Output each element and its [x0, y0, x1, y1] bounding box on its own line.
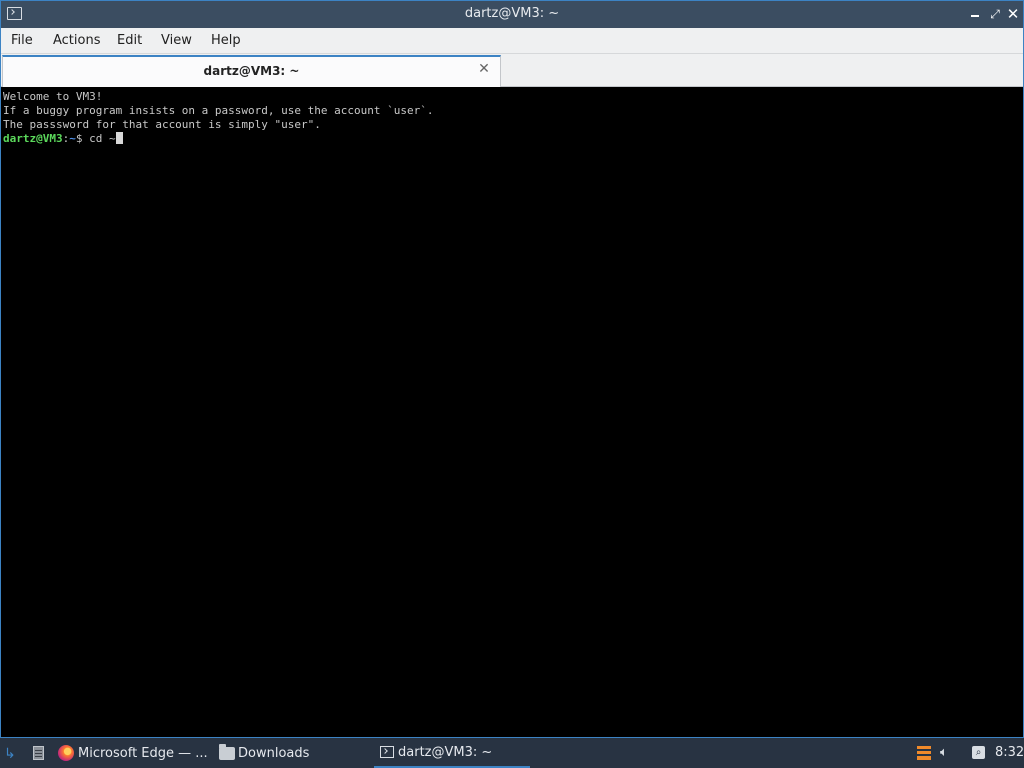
prompt-symbol: $ [75, 132, 90, 145]
close-window-button[interactable]: ✕ [1005, 6, 1021, 22]
prompt-user-host: dartz@VM3 [3, 132, 63, 145]
network-icon[interactable] [917, 746, 931, 760]
menu-file[interactable]: File [11, 33, 33, 48]
terminal-line: The passsword for that account is simply… [3, 118, 321, 131]
clock[interactable]: 8:32 [995, 745, 1024, 760]
menu-actions[interactable]: Actions [53, 33, 101, 48]
prompt-path: ~ [69, 132, 76, 145]
menu-view[interactable]: View [161, 33, 192, 48]
taskbar-item-label: Downloads [238, 745, 310, 761]
close-icon: ✕ [1006, 5, 1020, 23]
text-cursor [115, 132, 123, 144]
taskbar-item-edge[interactable]: Microsoft Edge — ... [58, 738, 208, 768]
start-menu-icon[interactable]: ↳ [4, 746, 16, 762]
volume-icon[interactable]: 🔈︎ [940, 745, 954, 761]
tab-close-button[interactable]: ✕ [477, 62, 491, 76]
minimize-button[interactable] [967, 6, 983, 22]
window-titlebar[interactable]: dartz@VM3: ~ ⤢ ✕ [1, 1, 1023, 28]
maximize-icon: ⤢ [990, 7, 1000, 21]
taskbar-item-label: dartz@VM3: ~ [398, 744, 493, 760]
menubar: File Actions Edit View Help [1, 28, 1023, 54]
show-desktop-icon[interactable] [33, 746, 44, 760]
menu-help[interactable]: Help [211, 33, 241, 48]
minimize-icon [971, 15, 979, 17]
menu-edit[interactable]: Edit [117, 33, 142, 48]
tab-label: dartz@VM3: ~ [203, 64, 300, 78]
taskbar-item-label: Microsoft Edge — ... [78, 745, 208, 761]
folder-icon [219, 743, 235, 760]
edge-icon [58, 745, 74, 761]
typed-command: cd ~ [89, 132, 116, 145]
terminal-icon [380, 746, 394, 758]
clipboard-icon[interactable]: ⌕ [972, 746, 985, 759]
taskbar-item-downloads[interactable]: Downloads [219, 738, 369, 768]
terminal-line: If a buggy program insists on a password… [3, 104, 434, 117]
tab-bar: dartz@VM3: ~ ✕ [1, 54, 1023, 87]
terminal-line: Welcome to VM3! [3, 90, 103, 103]
maximize-button[interactable]: ⤢ [987, 6, 1003, 22]
terminal-prompt-line[interactable]: dartz@VM3:~$ cd ~ [3, 132, 1021, 146]
taskbar: ↳ Microsoft Edge — ... Downloads dartz@V… [0, 738, 1024, 768]
terminal-window: dartz@VM3: ~ ⤢ ✕ File Actions Edit View … [0, 0, 1024, 738]
tab-terminal[interactable]: dartz@VM3: ~ ✕ [2, 55, 501, 87]
close-icon: ✕ [478, 61, 490, 77]
terminal-output[interactable]: Welcome to VM3! If a buggy program insis… [1, 88, 1023, 737]
taskbar-item-terminal[interactable]: dartz@VM3: ~ [374, 738, 530, 768]
window-title: dartz@VM3: ~ [464, 6, 560, 21]
